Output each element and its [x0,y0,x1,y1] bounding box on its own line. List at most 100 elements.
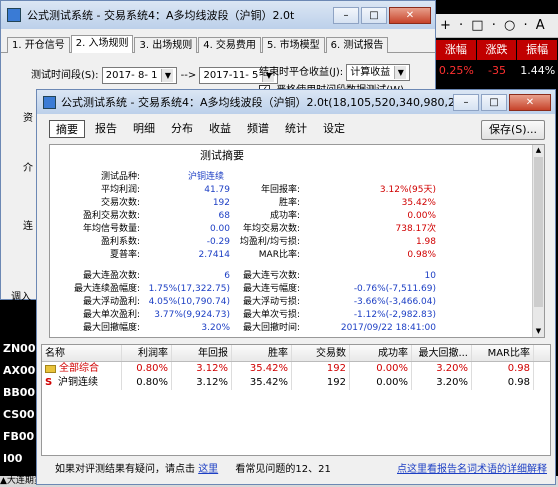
tab-distribution[interactable]: 分布 [165,120,199,138]
glossary-link[interactable]: 点这里看报告名词术语的详细解释 [397,458,547,482]
footer-text: 看常见问题的12、21 [235,464,331,475]
maximize-button[interactable]: □ [361,6,387,24]
quote-change-pct: 0.25% [438,64,474,77]
stat-value: -1.12%(-2,982.83) [353,310,436,320]
col-change-pct[interactable]: 涨幅 [436,40,477,60]
tab-summary[interactable]: 摘要 [49,120,85,138]
stat-value: 2017/09/22 18:41:00 [340,323,436,333]
stat-label: 最大连亏幅度: [242,284,300,294]
summary-scrollbar[interactable]: ▲ ▼ [532,145,544,337]
col-trades[interactable]: 交易数 [292,345,350,361]
col-win-rate[interactable]: 胜率 [232,345,292,361]
quote-header: 涨幅 涨跌 振幅 [436,40,558,60]
chevron-down-icon[interactable]: ▼ [161,68,174,82]
stat-label: 最大回撤时间: [242,323,300,333]
save-button[interactable]: 保存(S)... [481,120,545,140]
stat-value: 3.77%(9,924.73) [154,310,230,320]
radio-auto[interactable]: ◉ 自 [10,306,32,321]
tab-test-report[interactable]: 6. 测试报告 [325,37,389,53]
tab-report[interactable]: 报告 [89,120,123,138]
tab-entry-rules[interactable]: 2. 入场规则 [70,35,134,53]
stat-label: 交易次数: [100,198,140,208]
stat-value: 68 [218,211,230,221]
stat-label: 盈利交易次数: [82,211,140,221]
faq-link[interactable]: 这里 [198,464,218,475]
app-icon [7,8,21,22]
tab-detail[interactable]: 明细 [127,120,161,138]
scroll-up-icon[interactable]: ▲ [533,145,544,156]
stat-label: 成功率: [269,211,300,221]
symbol-code[interactable]: AX00 [0,360,35,382]
col-annual-return[interactable]: 年回报 [172,345,232,361]
stat-label: 最大连续盈幅度: [73,284,140,294]
symbol-code[interactable]: BB00 [0,382,35,404]
symbol-code[interactable]: ZN00 [0,338,36,360]
stat-label: 盈利系数: [100,237,140,247]
window-titlebar[interactable]: 公式测试系统 - 交易系统4：A多均线波段（沪铜）2.0t(18,105,520… [37,90,555,114]
quote-row[interactable]: 0.25% -35 1.44% [436,62,558,80]
stat-value: 41.79 [204,185,230,195]
test-results-window: 公式测试系统 - 交易系统4：A多均线波段（沪铜）2.0t(18,105,520… [36,89,556,485]
stat-label: 年均信号数量: [82,224,140,234]
col-mar-ratio[interactable]: MAR比率 [472,345,534,361]
tab-settings[interactable]: 设定 [317,120,351,138]
col-profit-rate[interactable]: 利润率 [122,345,172,361]
table-row[interactable]: S 沪铜连续 0.80% 3.12% 35.42% 192 0.00% 3.20%… [42,376,550,390]
summary-title: 测试摘要 [200,149,244,162]
stat-value: -0.29 [206,237,230,247]
tab-open-signal[interactable]: 1. 开仓信号 [7,37,70,53]
tab-returns[interactable]: 收益 [203,120,237,138]
period-label: 测试时间段(S): [31,70,99,81]
tab-exit-rules[interactable]: 3. 出场规则 [134,37,198,53]
symbol-code[interactable]: FB00 [0,426,34,448]
stat-value: 10 [424,271,436,281]
scroll-thumb[interactable] [534,157,543,307]
date-from-picker[interactable]: 2017- 8- 1 ▼ [101,66,178,84]
table-row[interactable]: 全部综合 0.80% 3.12% 35.42% 192 0.00% 3.20% … [42,362,550,376]
stat-label: 胜率: [278,198,300,208]
stat-value: -3.66%(-3,466.04) [353,297,436,307]
footer-text: 如果对评测结果有疑问，请点击 [55,464,195,475]
stat-label: 年回报率: [260,185,300,195]
window-title: 公式测试系统 - 交易系统4：A多均线波段（沪铜）2.0t [27,9,295,22]
radio-force[interactable]: ○ 强 [10,320,32,335]
stat-label: 年均交易次数: [242,224,300,234]
side-label: 介 [23,163,33,174]
tab-market-model[interactable]: 5. 市场模型 [261,37,325,53]
symbol-code[interactable]: I00 [0,448,34,470]
stock-s-icon: S [45,377,53,388]
stat-label: 最大浮动盈利: [82,297,140,307]
app-icon [43,95,56,109]
stat-value: 1.75%(17,322.75) [148,284,230,294]
stat-label: 测试品种: [100,172,140,182]
close-button[interactable]: ✕ [509,93,551,111]
close-button[interactable]: ✕ [389,6,431,24]
stat-value: 1.98 [415,237,436,247]
drawing-toolbar[interactable]: + · □ · ○ · A ⊗ ✕ [436,14,558,57]
col-change[interactable]: 涨跌 [476,40,518,60]
symbol-list: ZN00 AX00 BB00 CS00 FB00 I00 [0,338,36,470]
stat-value: 738.17次 [395,224,437,234]
summary-panel: 测试摘要 测试品种: 沪铜连续 平均利润: 41.79 交易次数: 192 盈利… [49,144,545,338]
window-titlebar[interactable]: 公式测试系统 - 交易系统4：A多均线波段（沪铜）2.0t – □ ✕ [1,1,435,29]
settle-select[interactable]: 计算收益 ▼ [346,63,411,81]
chevron-down-icon[interactable]: ▼ [394,65,407,79]
date-separator: --> [180,70,197,81]
col-max-drawdown[interactable]: 最大回撤... [412,345,472,361]
scroll-down-icon[interactable]: ▼ [533,326,544,337]
stat-value: 沪铜连续 [188,172,225,182]
tab-spectrum[interactable]: 频谱 [241,120,275,138]
side-label: 资 [23,113,33,124]
stat-label: 最大浮动亏损: [242,297,300,307]
symbol-code[interactable]: CS00 [0,404,35,426]
maximize-button[interactable]: □ [481,93,507,111]
stat-label: MAR比率: [258,250,300,260]
tab-fees[interactable]: 4. 交易费用 [198,37,261,53]
col-name[interactable]: 名称 [42,345,122,361]
quote-amplitude: 1.44% [520,64,556,77]
minimize-button[interactable]: – [453,93,479,111]
col-amplitude[interactable]: 振幅 [517,40,558,60]
tab-statistics[interactable]: 统计 [279,120,313,138]
col-success-rate[interactable]: 成功率 [350,345,412,361]
minimize-button[interactable]: – [333,6,359,24]
